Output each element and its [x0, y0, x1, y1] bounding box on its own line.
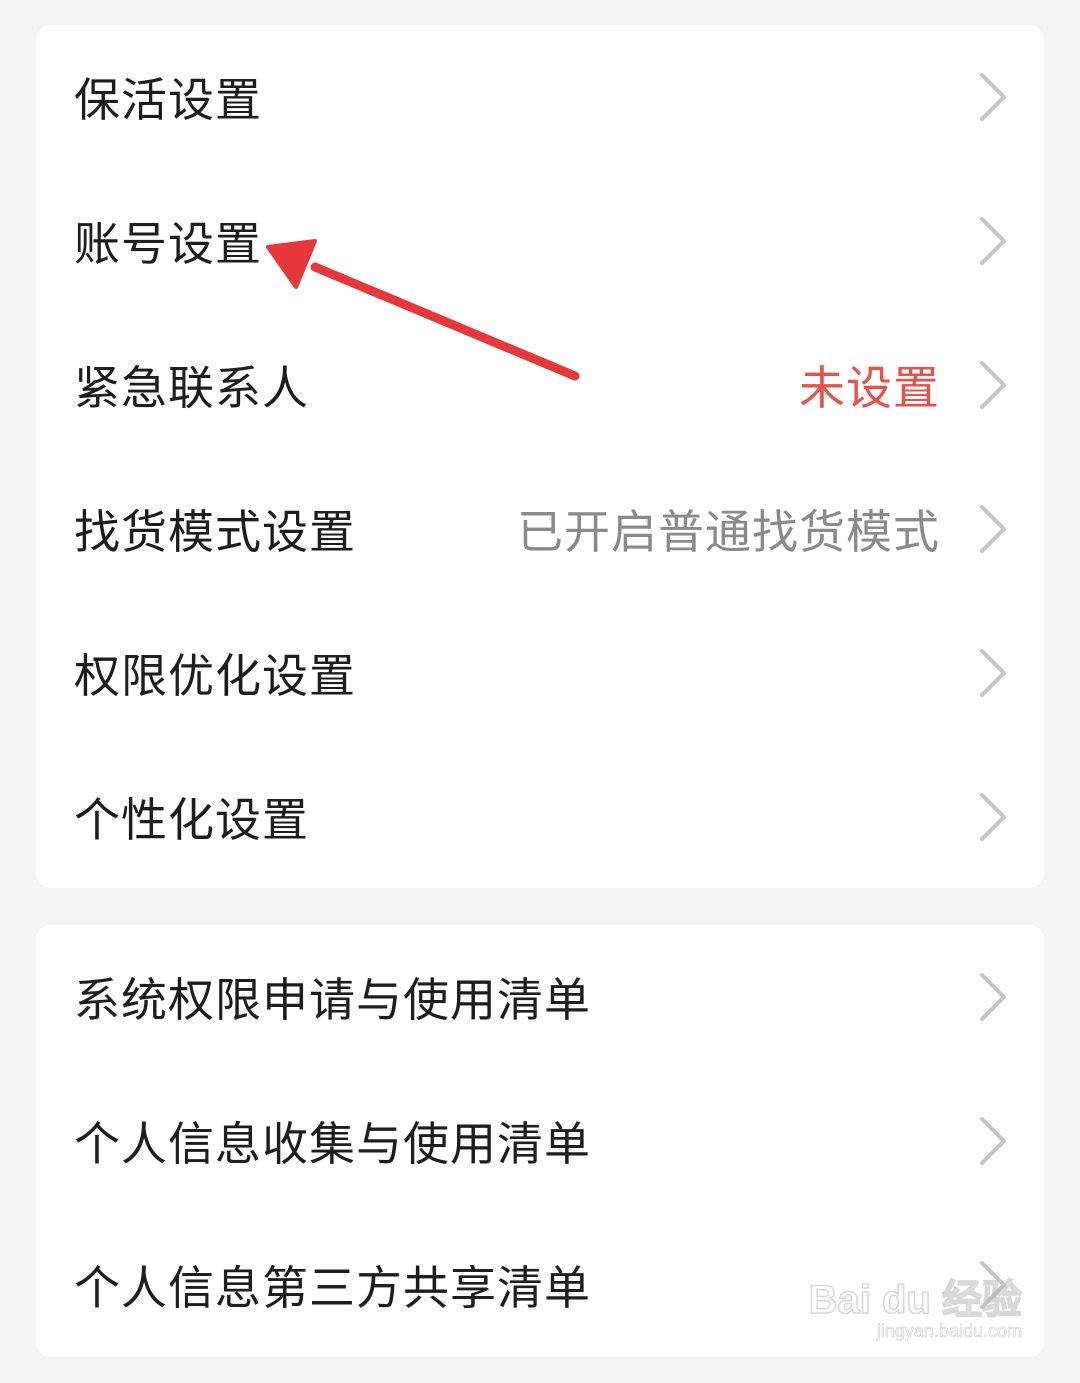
system-permission-list-label: 系统权限申请与使用清单 [74, 973, 591, 1027]
account-settings-label: 账号设置 [74, 217, 262, 271]
chevron-right-icon [978, 503, 1008, 555]
permission-optimization-label: 权限优化设置 [74, 649, 356, 703]
emergency-contact-row[interactable]: 紧急联系人 未设置 [36, 313, 1044, 457]
chevron-right-icon [978, 971, 1008, 1023]
chevron-right-icon [978, 71, 1008, 123]
cargo-search-mode-row[interactable]: 找货模式设置 已开启普通找货模式 [36, 457, 1044, 601]
cargo-search-mode-label: 找货模式设置 [74, 505, 356, 559]
keep-alive-settings-row[interactable]: 保活设置 [36, 25, 1044, 169]
cargo-search-mode-status: 已开启普通找货模式 [517, 505, 940, 559]
permission-optimization-row[interactable]: 权限优化设置 [36, 601, 1044, 745]
chevron-right-icon [978, 1115, 1008, 1167]
personalization-settings-row[interactable]: 个性化设置 [36, 745, 1044, 889]
chevron-right-icon [978, 215, 1008, 267]
settings-card-main: 保活设置 账号设置 紧急联系人 未设置 找货模式设置 已开启普通找货模式 权限优… [36, 25, 1044, 888]
chevron-right-icon [978, 647, 1008, 699]
chevron-right-icon [978, 791, 1008, 843]
personal-info-collection-list-row[interactable]: 个人信息收集与使用清单 [36, 1069, 1044, 1213]
baidu-jingyan-watermark: Bai du 经验 jingyan.baidu.com [808, 1247, 1023, 1357]
watermark-logo: Bai du 经验 [808, 1277, 1023, 1323]
account-settings-row[interactable]: 账号设置 [36, 169, 1044, 313]
third-party-sharing-list-label: 个人信息第三方共享清单 [74, 1261, 591, 1315]
watermark-url: jingyan.baidu.com [876, 1321, 1023, 1342]
keep-alive-settings-label: 保活设置 [74, 73, 262, 127]
personalization-settings-label: 个性化设置 [74, 793, 309, 847]
personal-info-collection-list-label: 个人信息收集与使用清单 [74, 1117, 591, 1171]
emergency-contact-status: 未设置 [799, 361, 940, 415]
system-permission-list-row[interactable]: 系统权限申请与使用清单 [36, 925, 1044, 1069]
chevron-right-icon [978, 359, 1008, 411]
emergency-contact-label: 紧急联系人 [74, 361, 309, 415]
